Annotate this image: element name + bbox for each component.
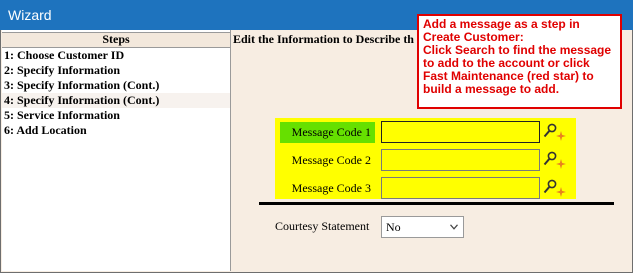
step-item[interactable]: 6: Add Location (2, 123, 230, 138)
message-code-3-input[interactable] (381, 177, 540, 199)
message-code-1-input[interactable] (381, 121, 540, 143)
message-code-row: Message Code 1 (275, 121, 576, 145)
steps-header: Steps (2, 32, 230, 48)
chevron-down-icon (450, 224, 458, 230)
courtesy-statement-value: No (386, 220, 401, 234)
message-code-label: Message Code 3 (291, 181, 371, 195)
fast-maintenance-star-icon[interactable] (556, 131, 566, 141)
steps-panel: Steps 1: Choose Customer ID 2: Specify I… (2, 30, 231, 271)
fast-maintenance-star-icon[interactable] (556, 159, 566, 169)
callout-text: Add a message as a step in Create Custom… (423, 17, 612, 96)
step-item[interactable]: 1: Choose Customer ID (2, 48, 230, 63)
search-icon[interactable] (543, 179, 557, 195)
message-code-label: Message Code 2 (291, 153, 371, 167)
content-title: Edit the Information to Describe th (233, 32, 414, 46)
step-item[interactable]: 3: Specify Information (Cont.) (2, 78, 230, 93)
window-title: Wizard (8, 7, 52, 23)
instruction-callout: Add a message as a step in Create Custom… (417, 14, 622, 109)
search-icon[interactable] (543, 123, 557, 139)
search-icon[interactable] (543, 151, 557, 167)
step-item[interactable]: 2: Specify Information (2, 63, 230, 78)
message-code-2-input[interactable] (381, 149, 540, 171)
fast-maintenance-star-icon[interactable] (556, 187, 566, 197)
step-item-selected[interactable]: 4: Specify Information (Cont.) (2, 93, 230, 108)
courtesy-statement-select[interactable]: No (381, 216, 464, 238)
message-codes-panel: Message Code 1 Message Code 2 Message Co… (275, 118, 576, 199)
section-divider (259, 202, 614, 205)
courtesy-statement-label: Courtesy Statement (275, 219, 370, 233)
message-code-row: Message Code 3 (275, 177, 576, 201)
message-code-label: Message Code 1 (280, 122, 375, 143)
step-item[interactable]: 5: Service Information (2, 108, 230, 123)
message-code-row: Message Code 2 (275, 149, 576, 173)
